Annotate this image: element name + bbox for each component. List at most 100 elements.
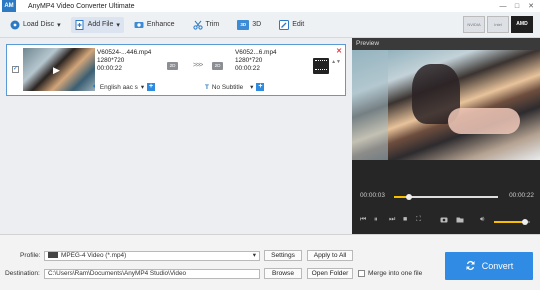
file-list: ✓ ▶ V60524-...446.mp4 1280*720 00:00:22 … xyxy=(0,38,352,234)
remove-file-button[interactable]: ✕ xyxy=(336,47,342,55)
convert-icon xyxy=(465,260,476,273)
minimize-button[interactable]: — xyxy=(498,3,508,10)
current-time: 00:00:03 xyxy=(360,192,385,199)
add-subtitle-button[interactable]: + xyxy=(256,83,265,91)
fullscreen-icon[interactable]: ⛶ xyxy=(416,216,421,224)
folder-icon[interactable] xyxy=(456,216,464,225)
add-file-button[interactable]: Add File ▾ xyxy=(70,16,124,33)
destination-input[interactable]: C:\Users\Ram\Documents\AnyMP4 Studio\Vid… xyxy=(44,269,260,279)
speaker-icon: 🔈︎ xyxy=(93,83,97,90)
enhance-icon xyxy=(134,20,144,30)
merge-label: Merge into one file xyxy=(368,270,423,277)
apply-to-all-button[interactable]: Apply to All xyxy=(307,250,353,261)
scissors-icon xyxy=(192,20,203,30)
convert-label: Convert xyxy=(481,261,514,271)
edit-label: Edit xyxy=(292,21,305,28)
volume-handle[interactable] xyxy=(521,219,528,225)
volume-slider[interactable] xyxy=(494,219,530,225)
target-filename: V6052...6.mp4 xyxy=(235,49,277,56)
trim-label: Trim xyxy=(205,21,220,28)
previous-icon[interactable]: ⏮ xyxy=(360,216,366,224)
amd-gpu-badge[interactable]: AMD xyxy=(511,16,533,33)
source-2d-button[interactable]: 2D xyxy=(167,62,178,70)
timeline: 00:00:03 00:00:22 xyxy=(352,188,540,202)
source-filename: V60524-...446.mp4 xyxy=(97,49,152,56)
file-checkbox[interactable]: ✓ xyxy=(12,66,19,73)
browse-button[interactable]: Browse xyxy=(264,268,302,279)
chevron-down-icon: ▾ xyxy=(250,84,254,91)
next-frame-icon[interactable]: ⏭ xyxy=(389,216,395,224)
load-disc-button[interactable]: Load Disc ▾ xyxy=(6,17,65,33)
toolbar: Load Disc ▾ Add File ▾ Enhance Trim 3D 3… xyxy=(0,12,540,38)
mp4-format-icon xyxy=(48,252,58,259)
add-file-label: Add File xyxy=(87,21,114,28)
subtitle-value: No Subtitle xyxy=(211,83,244,91)
3d-button[interactable]: 3D 3D xyxy=(233,17,265,33)
reorder-arrows-icon[interactable]: ▲▼ xyxy=(331,59,341,65)
trim-button[interactable]: Trim xyxy=(189,17,224,33)
target-info: V6052...6.mp4 1280*720 00:00:22 xyxy=(235,49,277,73)
profile-select[interactable]: MPEG-4 Video (*.mp4) ▾ xyxy=(44,251,260,261)
source-info: V60524-...446.mp4 1280*720 00:00:22 xyxy=(97,49,151,73)
destination-label: Destination: xyxy=(5,270,40,277)
preview-header: Preview xyxy=(352,38,540,50)
volume-fill xyxy=(494,221,525,223)
3d-label: 3D xyxy=(252,21,262,28)
app-title: AnyMP4 Video Converter Ultimate xyxy=(28,2,135,10)
target-2d-button[interactable]: 2D xyxy=(212,62,223,70)
playback-controls: ⏮ ⏸ ⏭ ■ ⛶ 🔊︎ xyxy=(352,214,540,228)
audio-track-select[interactable]: 🔈︎ English aac s ▾ + xyxy=(93,82,161,92)
disc-icon xyxy=(10,20,20,30)
load-disc-label: Load Disc xyxy=(23,21,55,28)
add-file-icon xyxy=(75,19,85,30)
settings-button[interactable]: Settings xyxy=(264,250,302,261)
app-logo: AM xyxy=(2,0,16,12)
target-duration: 00:00:22 xyxy=(235,65,260,72)
source-resolution: 1280*720 xyxy=(97,57,125,64)
chevron-down-icon: ▾ xyxy=(252,252,256,259)
video-frame-arm xyxy=(448,108,520,134)
app-window: AM AnyMP4 Video Converter Ultimate — □ ✕… xyxy=(0,0,540,290)
progress-handle[interactable] xyxy=(405,194,412,200)
video-frame-background xyxy=(352,50,388,160)
play-icon: ▶ xyxy=(53,65,60,75)
edit-button[interactable]: Edit xyxy=(275,17,308,33)
output-settings: Profile: MPEG-4 Video (*.mp4) ▾ Settings… xyxy=(0,234,540,290)
maximize-button[interactable]: □ xyxy=(512,3,522,10)
3d-icon: 3D xyxy=(237,19,250,30)
video-thumbnail[interactable]: ▶ xyxy=(23,48,95,91)
audio-track-value: English aac s xyxy=(99,83,138,91)
chevron-down-icon: ▾ xyxy=(57,21,61,29)
total-time: 00:00:22 xyxy=(509,192,534,199)
volume-icon[interactable]: 🔊︎ xyxy=(480,216,484,224)
enhance-label: Enhance xyxy=(146,21,175,28)
text-icon: T xyxy=(205,83,209,91)
stop-icon[interactable]: ■ xyxy=(403,216,407,223)
edit-icon xyxy=(279,19,290,30)
preview-video[interactable] xyxy=(352,50,540,160)
profile-value: MPEG-4 Video (*.mp4) xyxy=(61,252,127,259)
close-button[interactable]: ✕ xyxy=(526,2,536,10)
pause-icon[interactable]: ⏸ xyxy=(374,216,378,224)
profile-label: Profile: xyxy=(20,252,41,259)
merge-checkbox[interactable] xyxy=(358,270,365,277)
nvidia-gpu-badge[interactable]: NVIDIA xyxy=(463,16,485,33)
window-controls: — □ ✕ xyxy=(498,0,536,12)
convert-arrows-icon: >>> xyxy=(193,62,203,69)
convert-button[interactable]: Convert xyxy=(445,252,533,280)
subtitle-select[interactable]: T No Subtitle ▾ + xyxy=(205,82,275,92)
intel-gpu-badge[interactable]: Intel xyxy=(487,16,509,33)
enhance-button[interactable]: Enhance xyxy=(130,17,179,33)
progress-track[interactable] xyxy=(394,194,498,200)
chevron-down-icon: ▾ xyxy=(116,21,120,29)
chevron-down-icon: ▾ xyxy=(140,84,145,91)
title-bar: AM AnyMP4 Video Converter Ultimate — □ ✕ xyxy=(0,0,540,12)
add-audio-button[interactable]: + xyxy=(147,83,156,91)
preview-panel: Preview 00:00:03 00:00:22 ⏮ ⏸ ⏭ ■ ⛶ 🔊︎ xyxy=(352,38,540,234)
open-folder-button[interactable]: Open Folder xyxy=(307,268,353,279)
film-strip-icon[interactable] xyxy=(313,58,329,74)
target-resolution: 1280*720 xyxy=(235,57,263,64)
app-logo-glyph: AM xyxy=(4,3,14,9)
camera-icon[interactable] xyxy=(440,216,448,225)
file-item[interactable]: ✓ ▶ V60524-...446.mp4 1280*720 00:00:22 … xyxy=(6,44,346,96)
